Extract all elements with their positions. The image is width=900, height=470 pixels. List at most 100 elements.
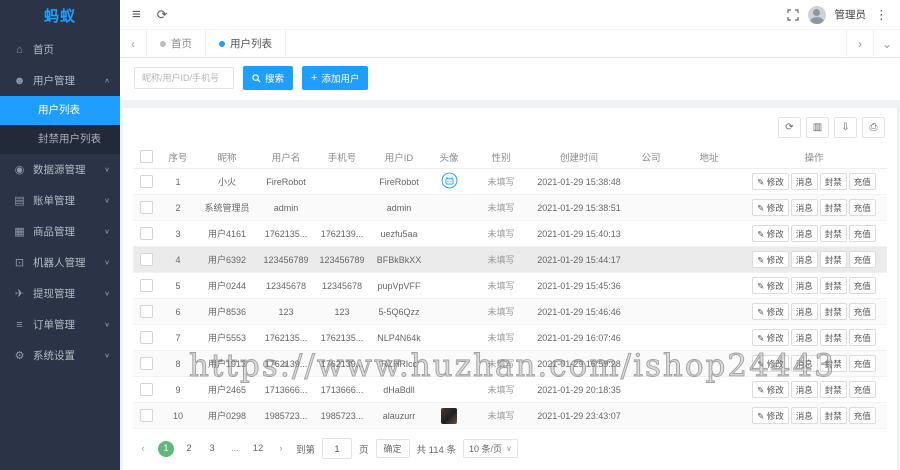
add-user-button[interactable]: + 添加用户 <box>302 66 368 90</box>
op-edit-button[interactable]: ✎ 修改 <box>752 355 788 372</box>
header-checkbox-cell <box>133 145 159 169</box>
cell-ops: ✎ 修改消息封禁充值 <box>741 325 887 351</box>
cell-username: 1762139... <box>257 351 315 377</box>
op-edit-button[interactable]: ✎ 修改 <box>752 407 788 424</box>
op-ban-button[interactable]: 封禁 <box>820 225 847 242</box>
sidebar-item-3[interactable]: ▤账单管理∨ <box>0 185 120 216</box>
op-edit-button[interactable]: ✎ 修改 <box>752 173 788 190</box>
refresh-icon[interactable]: ⟳ <box>778 117 801 138</box>
row-checkbox[interactable] <box>140 253 153 266</box>
page-number[interactable]: 12 <box>250 441 266 457</box>
tab-0[interactable]: 首页 <box>147 30 206 57</box>
op-recharge-button[interactable]: 充值 <box>849 277 876 294</box>
tab-1[interactable]: 用户列表 <box>206 30 286 57</box>
refresh-icon[interactable]: ⟳ <box>157 8 168 21</box>
op-ban-button[interactable]: 封禁 <box>820 277 847 294</box>
row-checkbox[interactable] <box>140 409 153 422</box>
row-checkbox[interactable] <box>140 331 153 344</box>
tabs-scroll-right-icon[interactable]: › <box>846 30 873 57</box>
admin-name[interactable]: 管理员 <box>835 7 867 22</box>
row-checkbox[interactable] <box>140 305 153 318</box>
export-icon[interactable]: ⇩ <box>834 117 857 138</box>
op-message-button[interactable]: 消息 <box>791 199 818 216</box>
op-message-button[interactable]: 消息 <box>791 329 818 346</box>
op-recharge-button[interactable]: 充值 <box>849 355 876 372</box>
cell-phone: 123456789 <box>315 247 369 273</box>
op-ban-button[interactable]: 封禁 <box>820 329 847 346</box>
sidebar-item-1[interactable]: ☻用户管理∧ <box>0 65 120 96</box>
cell-address <box>677 325 741 351</box>
op-message-button[interactable]: 消息 <box>791 251 818 268</box>
op-recharge-button[interactable]: 充值 <box>849 407 876 424</box>
op-edit-button[interactable]: ✎ 修改 <box>752 225 788 242</box>
op-recharge-button[interactable]: 充值 <box>849 329 876 346</box>
tabs-menu-icon[interactable]: ⌄ <box>873 30 900 57</box>
op-message-button[interactable]: 消息 <box>791 407 818 424</box>
op-recharge-button[interactable]: 充值 <box>849 173 876 190</box>
jump-page-input[interactable] <box>322 438 352 459</box>
op-edit-button[interactable]: ✎ 修改 <box>752 381 788 398</box>
kebab-menu-icon[interactable]: ⋮ <box>875 8 888 21</box>
sidebar-item-7[interactable]: ≡订单管理∨ <box>0 309 120 340</box>
row-checkbox[interactable] <box>140 227 153 240</box>
chevron-down-icon: ∨ <box>104 197 110 205</box>
search-input[interactable] <box>134 67 234 89</box>
jump-prefix-label: 到第 <box>296 442 315 456</box>
op-edit-button[interactable]: ✎ 修改 <box>752 199 788 216</box>
print-icon[interactable]: ⎙ <box>862 117 885 138</box>
admin-avatar[interactable] <box>808 6 826 24</box>
op-message-button[interactable]: 消息 <box>791 303 818 320</box>
op-recharge-button[interactable]: 充值 <box>849 199 876 216</box>
page-number[interactable]: 1 <box>158 441 174 457</box>
search-button-label: 搜索 <box>265 71 284 85</box>
op-message-button[interactable]: 消息 <box>791 173 818 190</box>
op-edit-button[interactable]: ✎ 修改 <box>752 277 788 294</box>
op-ban-button[interactable]: 封禁 <box>820 303 847 320</box>
next-page-icon[interactable]: › <box>273 441 289 457</box>
op-ban-button[interactable]: 封禁 <box>820 407 847 424</box>
sidebar-item-6[interactable]: ✈提现管理∨ <box>0 278 120 309</box>
op-ban-button[interactable]: 封禁 <box>820 173 847 190</box>
op-ban-button[interactable]: 封禁 <box>820 251 847 268</box>
row-checkbox[interactable] <box>140 175 153 188</box>
jump-confirm-button[interactable]: 确定 <box>376 439 410 458</box>
prev-page-icon[interactable]: ‹ <box>135 441 151 457</box>
sidebar-subitem[interactable]: 用户列表 <box>0 96 120 125</box>
sidebar-item-5[interactable]: ⊡机器人管理∨ <box>0 247 120 278</box>
filter-icon[interactable]: ▥ <box>806 117 829 138</box>
page-number[interactable]: 3 <box>204 441 220 457</box>
sidebar-item-label: 数据源管理 <box>33 162 86 177</box>
chevron-down-icon: ∨ <box>104 290 110 298</box>
sidebar-item-8[interactable]: ⚙系统设置∨ <box>0 340 120 371</box>
op-ban-button[interactable]: 封禁 <box>820 381 847 398</box>
select-all-checkbox[interactable] <box>140 150 153 163</box>
op-recharge-button[interactable]: 充值 <box>849 251 876 268</box>
sidebar-item-0[interactable]: ⌂首页 <box>0 34 120 65</box>
op-edit-button[interactable]: ✎ 修改 <box>752 303 788 320</box>
search-button[interactable]: 搜索 <box>243 66 293 90</box>
op-message-button[interactable]: 消息 <box>791 355 818 372</box>
op-recharge-button[interactable]: 充值 <box>849 225 876 242</box>
op-ban-button[interactable]: 封禁 <box>820 355 847 372</box>
page-number[interactable]: 2 <box>181 441 197 457</box>
op-edit-button[interactable]: ✎ 修改 <box>752 251 788 268</box>
op-ban-button[interactable]: 封禁 <box>820 199 847 216</box>
per-page-select[interactable]: 10 条/页∨ <box>463 439 518 458</box>
op-message-button[interactable]: 消息 <box>791 277 818 294</box>
sidebar-subitem[interactable]: 封禁用户列表 <box>0 125 120 154</box>
sidebar-item-4[interactable]: ▦商品管理∨ <box>0 216 120 247</box>
op-message-button[interactable]: 消息 <box>791 381 818 398</box>
tabs-scroll-left-icon[interactable]: ‹ <box>120 30 147 57</box>
op-message-button[interactable]: 消息 <box>791 225 818 242</box>
op-recharge-button[interactable]: 充值 <box>849 381 876 398</box>
menu-toggle-icon[interactable]: ≡ <box>132 7 141 22</box>
row-checkbox[interactable] <box>140 383 153 396</box>
sidebar-item-2[interactable]: ◉数据源管理∨ <box>0 154 120 185</box>
row-checkbox[interactable] <box>140 357 153 370</box>
op-recharge-button[interactable]: 充值 <box>849 303 876 320</box>
row-checkbox[interactable] <box>140 279 153 292</box>
fullscreen-icon[interactable] <box>787 9 799 21</box>
op-edit-button[interactable]: ✎ 修改 <box>752 329 788 346</box>
row-checkbox[interactable] <box>140 201 153 214</box>
user-avatar-photo <box>441 408 457 424</box>
